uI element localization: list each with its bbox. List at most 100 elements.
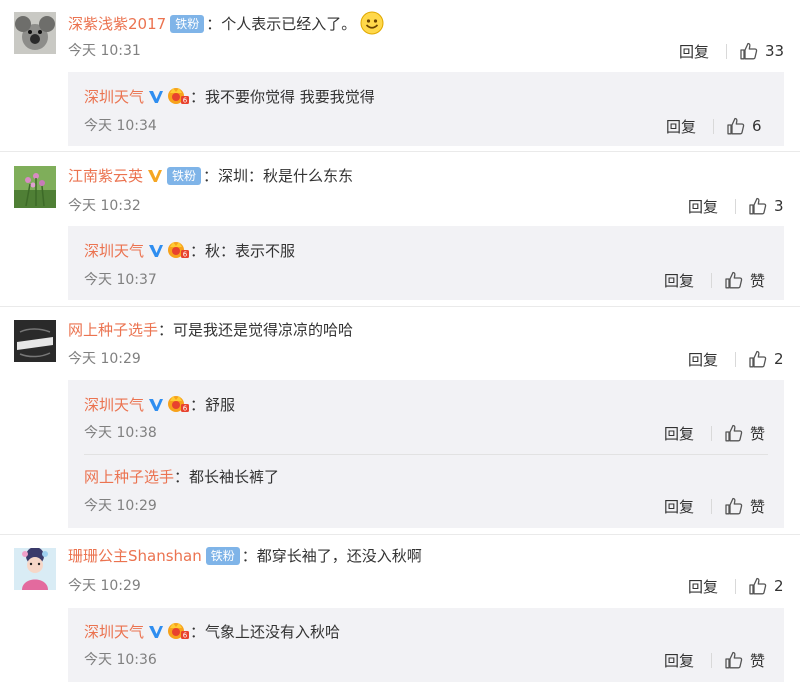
like-button[interactable]: 赞 (724, 496, 765, 517)
divider (735, 198, 737, 214)
reply-text: 深圳天气 6 ：秋：表示不服 (84, 239, 295, 265)
comment-text: 网上种子选手：可是我还是觉得凉凉的哈哈 (68, 319, 353, 341)
comment-actions: 回复 2 (688, 575, 784, 597)
reply-button[interactable]: 回复 (666, 116, 696, 137)
reply-button[interactable]: 回复 (664, 270, 694, 291)
divider (711, 498, 713, 514)
username[interactable]: 网上种子选手 (68, 321, 158, 339)
reply-body: ：气象上还没有入秋哈 (190, 623, 341, 641)
member-crown-icon: 6 (166, 620, 190, 646)
like-button[interactable]: 33 (739, 41, 784, 61)
username[interactable]: 深紫浅紫2017 (68, 15, 166, 33)
reply-button[interactable]: 回复 (679, 41, 709, 62)
avatar[interactable] (14, 12, 56, 54)
divider (711, 652, 713, 668)
thumbs-up-icon (725, 424, 743, 442)
reply-actions: 回复 赞 (664, 649, 765, 671)
reply-text: 深圳天气 6 ：气象上还没有入秋哈 (84, 620, 340, 646)
comment-text: 深紫浅紫2017 铁粉 ：个人表示已经入了。 (68, 11, 384, 41)
comment-text: 江南紫云英 铁粉 ：深圳：秋是什么东东 (68, 165, 353, 190)
verified-v-icon (148, 624, 164, 646)
like-count: 赞 (750, 651, 766, 670)
like-button[interactable]: 2 (748, 349, 784, 369)
verified-v-icon (148, 243, 164, 265)
reply-item: 网上种子选手：都长袖长裤了 今天 10:29 回复 赞 (68, 454, 784, 528)
reply-username[interactable]: 深圳天气 (84, 242, 144, 260)
reply-button[interactable]: 回复 (664, 650, 694, 671)
avatar[interactable] (14, 548, 56, 590)
like-button[interactable]: 6 (726, 116, 762, 136)
reply-thread: 深圳天气 6 ：舒服 今天 10:38 回复 赞 网上种子选手：都长袖长裤了 今天 … (68, 380, 784, 528)
like-count: 2 (774, 350, 784, 368)
comment-body: ：可是我还是觉得凉凉的哈哈 (158, 321, 354, 339)
divider (735, 351, 737, 367)
reply-time: 今天 10:29 (84, 498, 157, 514)
fan-badge: 铁粉 (167, 167, 202, 185)
reply-body: ：秋：表示不服 (190, 242, 296, 260)
reply-item: 深圳天气 6 ：我不要你觉得 我要我觉得 今天 10:34 回复 6 (68, 72, 784, 146)
fan-badge: 铁粉 (205, 547, 240, 565)
member-crown-icon: 6 (166, 85, 190, 111)
reply-item: 深圳天气 6 ：秋：表示不服 今天 10:37 回复 赞 (68, 226, 784, 300)
like-count: 赞 (750, 497, 766, 516)
comment-body: ：深圳：秋是什么东东 (203, 167, 354, 185)
comment: 江南紫云英 铁粉 ：深圳：秋是什么东东 今天 10:32 回复 3 深圳天气 6 ：秋：… (0, 152, 800, 307)
thumbs-up-icon (725, 271, 743, 289)
reply-actions: 回复 赞 (664, 422, 765, 444)
reply-actions: 回复 赞 (664, 269, 765, 291)
thumbs-up-icon (749, 197, 767, 215)
comment: 网上种子选手：可是我还是觉得凉凉的哈哈 今天 10:29 回复 2 深圳天气 6：… (0, 306, 800, 535)
reply-button[interactable]: 回复 (664, 423, 694, 444)
reply-username[interactable]: 网上种子选手 (84, 468, 174, 486)
reply-button[interactable]: 回复 (688, 576, 718, 597)
thumbs-up-icon (727, 117, 745, 135)
verified-v-icon (148, 89, 164, 111)
reply-text: 网上种子选手：都长袖长裤了 (84, 466, 279, 488)
like-count: 3 (774, 197, 784, 215)
svg-text:6: 6 (183, 97, 188, 105)
reply-body: ：都长袖长裤了 (174, 468, 280, 486)
thumbs-up-icon (749, 577, 767, 595)
reply-time: 今天 10:38 (84, 425, 157, 441)
like-count: 2 (774, 577, 784, 595)
comment-body: ：个人表示已经入了。 (206, 15, 357, 33)
svg-text:6: 6 (183, 405, 188, 413)
divider (711, 425, 713, 441)
reply-button[interactable]: 回复 (664, 496, 694, 517)
thumbs-up-icon (725, 651, 743, 669)
comment-time: 今天 10:31 (68, 43, 141, 59)
like-button[interactable]: 赞 (724, 270, 765, 291)
comment-time: 今天 10:32 (68, 198, 141, 214)
username[interactable]: 江南紫云英 (68, 167, 143, 185)
like-button[interactable]: 3 (748, 196, 784, 216)
thumbs-up-icon (740, 42, 758, 60)
username[interactable]: 珊珊公主Shanshan (68, 547, 202, 565)
verified-v-yellow-icon (147, 168, 163, 190)
avatar[interactable] (14, 166, 56, 208)
reply-button[interactable]: 回复 (688, 349, 718, 370)
member-crown-icon: 6 (166, 393, 190, 419)
like-button[interactable]: 赞 (724, 423, 765, 444)
reply-username[interactable]: 深圳天气 (84, 396, 144, 414)
comment-actions: 回复 33 (679, 40, 784, 62)
like-button[interactable]: 赞 (724, 650, 765, 671)
reply-thread: 深圳天气 6 ：秋：表示不服 今天 10:37 回复 赞 (68, 226, 784, 300)
reply-button[interactable]: 回复 (688, 196, 718, 217)
avatar[interactable] (14, 320, 56, 362)
reply-username[interactable]: 深圳天气 (84, 623, 144, 641)
comment-body: ：都穿长袖了，还没入秋啊 (241, 547, 422, 565)
comment-text: 珊珊公主Shanshan 铁粉 ：都穿长袖了，还没入秋啊 (68, 545, 422, 567)
like-count: 33 (765, 42, 785, 60)
member-crown-icon: 6 (166, 239, 190, 265)
divider (735, 578, 737, 594)
reply-username[interactable]: 深圳天气 (84, 88, 144, 106)
reply-thread: 深圳天气 6 ：我不要你觉得 我要我觉得 今天 10:34 回复 6 (68, 72, 784, 146)
divider (711, 272, 713, 288)
svg-text:6: 6 (183, 251, 188, 259)
reply-item: 深圳天气 6 ：舒服 今天 10:38 回复 赞 (68, 380, 784, 454)
comment-actions: 回复 2 (688, 348, 784, 370)
comment-time: 今天 10:29 (68, 351, 141, 367)
like-button[interactable]: 2 (748, 576, 784, 596)
smile-emoji-icon (360, 11, 384, 41)
verified-v-icon (148, 397, 164, 419)
